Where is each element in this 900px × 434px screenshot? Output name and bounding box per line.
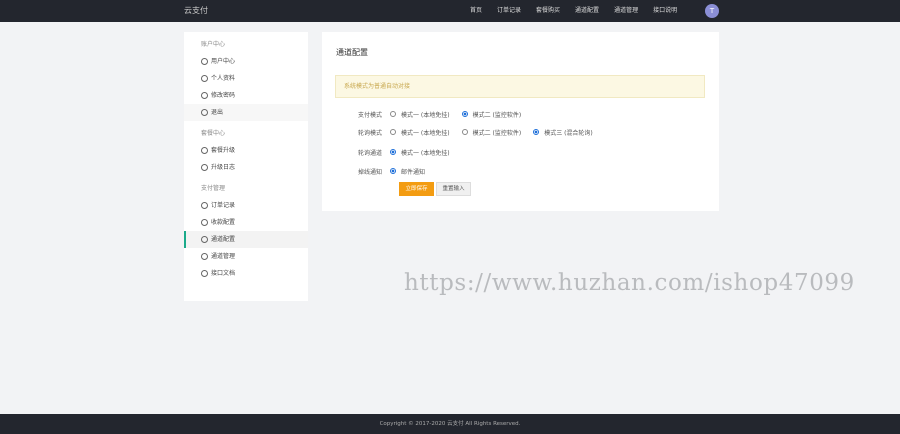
- manage-icon: [201, 253, 208, 260]
- sidebar-item-label: 通道管理: [211, 253, 236, 260]
- radio-label: 模式二 (监控软件): [472, 129, 522, 137]
- sidebar-item-orders[interactable]: 订单记录: [184, 197, 308, 214]
- sidebar-group-package: 套餐中心: [201, 130, 226, 137]
- reset-button[interactable]: 重置输入: [436, 182, 471, 196]
- doc-icon: [201, 270, 208, 277]
- site-logo[interactable]: 云支付: [184, 5, 208, 16]
- channel-config-panel: 通道配置 系统模式为普通自动对接 支付模式 模式一 (本地免挂) 模式二 (监控…: [322, 32, 719, 211]
- sidebar-item-channel-manage[interactable]: 通道管理: [184, 248, 308, 265]
- sidebar-item-label: 升级日志: [211, 164, 236, 171]
- channel-icon: [201, 236, 208, 243]
- avatar[interactable]: T: [705, 4, 719, 18]
- radio-icon: [461, 129, 468, 135]
- top-navbar: 云支付 首页 订单记录 套餐购买 通道配置 通道管理 接口说明 T: [0, 0, 900, 22]
- watermark-text: https://www.huzhan.com/ishop47099: [404, 270, 855, 296]
- key-icon: [201, 92, 208, 99]
- radio-icon: [390, 111, 396, 117]
- sidebar-item-user-center[interactable]: 用户中心: [184, 53, 308, 70]
- top-nav: 首页 订单记录 套餐购买 通道配置 通道管理 接口说明: [470, 0, 692, 22]
- sidebar-item-label: 套餐升级: [211, 147, 236, 154]
- radio-label: 模式一 (本地免挂): [401, 111, 450, 119]
- sidebar-item-receipt-config[interactable]: 收款配置: [184, 214, 308, 231]
- radio-checked-icon: [390, 149, 396, 155]
- radio-option[interactable]: 模式二 (监控软件): [461, 128, 522, 137]
- arrow-up-icon: [201, 147, 208, 154]
- nav-orders[interactable]: 订单记录: [497, 0, 521, 22]
- sidebar-item-label: 收款配置: [211, 219, 236, 226]
- nav-channel-manage[interactable]: 通道管理: [614, 0, 638, 22]
- sidebar-item-channel-config[interactable]: 通道配置: [184, 231, 308, 248]
- sidebar-item-label: 订单记录: [211, 202, 236, 209]
- radio-label: 模式三 (混合轮询): [544, 129, 593, 137]
- radio-label: 模式二 (监控软件): [472, 111, 522, 119]
- radio-option[interactable]: 模式二 (监控软件): [461, 110, 522, 119]
- notice-banner: 系统模式为普通自动对接: [335, 75, 705, 98]
- radio-label: 模式一 (本地免挂): [401, 129, 450, 137]
- footer: Copyright © 2017-2020 云支付 All Rights Res…: [0, 414, 900, 434]
- eye-icon: [201, 109, 208, 116]
- nav-packages[interactable]: 套餐购买: [536, 0, 560, 22]
- page-title: 通道配置: [336, 48, 368, 57]
- radio-checked-icon: [390, 168, 396, 174]
- form-label: 掉线通知: [357, 168, 382, 176]
- sidebar: 账户中心 用户中心 个人资料 修改密码 退出 套餐中心 套餐升级 升级日志 支付…: [184, 32, 308, 301]
- radio-option[interactable]: 模式一 (本地免挂): [390, 128, 450, 137]
- nav-api-docs[interactable]: 接口说明: [653, 0, 677, 22]
- user-circle-icon: [201, 58, 208, 65]
- sidebar-item-label: 修改密码: [211, 92, 236, 99]
- person-icon: [201, 75, 208, 82]
- nav-home[interactable]: 首页: [470, 0, 482, 22]
- sidebar-item-label: 个人资料: [211, 75, 236, 82]
- radio-checked-icon: [533, 129, 540, 135]
- sidebar-item-label: 用户中心: [211, 58, 236, 65]
- gear-icon: [201, 219, 208, 226]
- form-label: 轮询模式: [357, 129, 382, 137]
- radio-option[interactable]: 模式一 (本地免挂): [390, 148, 450, 157]
- form-row-poll-mode: 轮询模式 模式一 (本地免挂) 模式二 (监控软件) 模式三 (混合轮询): [322, 126, 605, 138]
- list-icon: [201, 164, 208, 171]
- sidebar-group-account: 账户中心: [201, 41, 226, 48]
- radio-option[interactable]: 模式一 (本地免挂): [390, 110, 450, 119]
- sidebar-item-profile[interactable]: 个人资料: [184, 70, 308, 87]
- radio-label: 模式一 (本地免挂): [401, 149, 450, 157]
- radio-checked-icon: [461, 111, 468, 117]
- radio-option[interactable]: 模式三 (混合轮询): [533, 128, 593, 137]
- form-label: 轮询通道: [357, 149, 382, 157]
- nav-channel-config[interactable]: 通道配置: [575, 0, 599, 22]
- save-button[interactable]: 立即保存: [399, 182, 434, 196]
- form-row-offline-notice: 掉线通知 邮件通知: [322, 165, 437, 177]
- sidebar-item-label: 退出: [211, 109, 224, 116]
- form-row-pay-mode: 支付模式 模式一 (本地免挂) 模式二 (监控软件): [322, 108, 533, 120]
- radio-option[interactable]: 邮件通知: [390, 167, 425, 176]
- sidebar-item-logout[interactable]: 退出: [184, 104, 308, 121]
- form-label: 支付模式: [357, 111, 382, 119]
- sidebar-item-upgrade[interactable]: 套餐升级: [184, 142, 308, 159]
- sidebar-item-label: 通道配置: [211, 236, 236, 243]
- sidebar-item-password[interactable]: 修改密码: [184, 87, 308, 104]
- sidebar-item-label: 接口文档: [211, 270, 236, 277]
- order-icon: [201, 202, 208, 209]
- sidebar-group-payment: 支付管理: [201, 185, 226, 192]
- sidebar-item-upgrade-log[interactable]: 升级日志: [184, 159, 308, 176]
- sidebar-item-api-docs[interactable]: 接口文档: [184, 265, 308, 282]
- radio-label: 邮件通知: [401, 168, 426, 176]
- radio-icon: [390, 129, 396, 135]
- form-row-poll-channel: 轮询通道 模式一 (本地免挂): [322, 146, 462, 158]
